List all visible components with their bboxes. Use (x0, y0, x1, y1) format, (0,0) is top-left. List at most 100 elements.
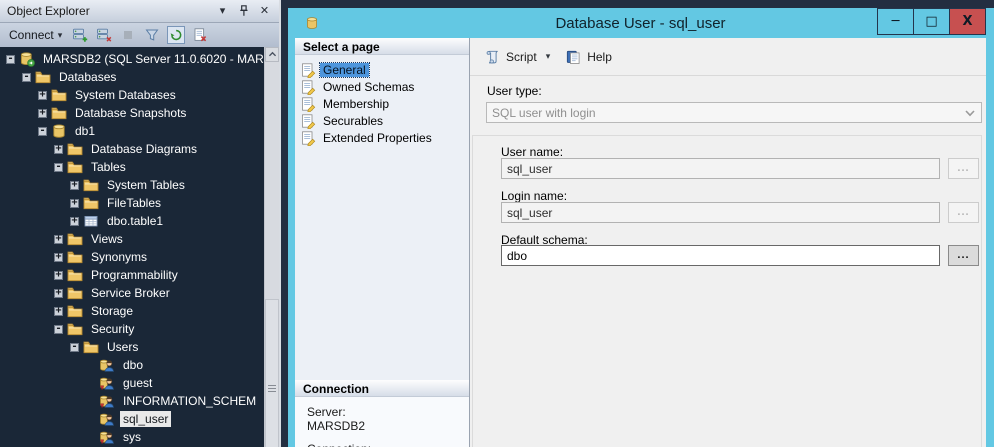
page-item-extended-properties[interactable]: Extended Properties (295, 129, 469, 146)
tree-item-service-broker[interactable]: + Service Broker (0, 284, 279, 302)
default-schema-browse-button[interactable]: ... (948, 245, 979, 266)
server-icon (19, 51, 35, 67)
collapse-icon[interactable]: - (22, 73, 31, 82)
user-icon (99, 411, 115, 427)
script-error-icon[interactable] (191, 26, 209, 44)
page-item-label: Securables (320, 114, 386, 128)
user-type-combobox[interactable]: SQL user with login (486, 102, 982, 123)
tree-item-guest[interactable]: guest (0, 374, 279, 392)
tree-item-label: sys (120, 429, 144, 445)
tree-item-system-tables[interactable]: +System Tables (0, 176, 279, 194)
database-user-dialog: Database User - sql_user ─ □ X Select a … (288, 8, 994, 447)
tree-item-dbo-table1[interactable]: +dbo.table1 (0, 212, 279, 230)
expand-icon[interactable]: + (54, 271, 63, 280)
tree-item-label: Synonyms (88, 249, 150, 265)
expand-icon[interactable]: + (70, 199, 79, 208)
page-item-label: Owned Schemas (320, 80, 417, 94)
dialog-titlebar[interactable]: Database User - sql_user ─ □ X (295, 8, 986, 38)
expand-icon[interactable]: + (54, 145, 63, 154)
help-button[interactable]: Help (561, 46, 616, 68)
tree-scrollbar-thumb[interactable] (265, 299, 279, 447)
login-name-field[interactable] (501, 202, 940, 223)
chevron-down-icon: ▾ (58, 30, 63, 41)
login-name-browse-button[interactable]: ... (948, 202, 979, 223)
close-icon[interactable]: ✕ (257, 4, 272, 18)
expand-icon[interactable]: + (38, 109, 47, 118)
tree-item-database-diagrams[interactable]: + Database Diagrams (0, 140, 279, 158)
connect-server-icon[interactable] (71, 26, 89, 44)
folder-icon (67, 303, 83, 319)
maximize-button[interactable]: □ (913, 8, 950, 35)
tree-item-sys[interactable]: sys (0, 428, 279, 446)
tree-item-databases[interactable]: -Databases (0, 68, 279, 86)
expand-icon[interactable]: + (54, 253, 63, 262)
collapse-icon[interactable]: - (38, 127, 47, 136)
tree-item-storage[interactable]: +Storage (0, 302, 279, 320)
tree-scrollbar[interactable] (264, 47, 279, 447)
tree-item-label: Service Broker (88, 285, 173, 301)
page-item-owned-schemas[interactable]: Owned Schemas (295, 78, 469, 95)
help-book-icon (565, 49, 582, 65)
page-item-securables[interactable]: Securables (295, 112, 469, 129)
folder-icon (83, 339, 99, 355)
default-schema-field[interactable] (501, 245, 940, 266)
user-type-label: User type: (487, 84, 542, 98)
page-item-general[interactable]: General (295, 61, 469, 78)
dialog-body: Select a page GeneralOwned SchemasMember… (295, 38, 986, 447)
tree-item-views[interactable]: +Views (0, 230, 279, 248)
refresh-icon[interactable] (167, 26, 185, 44)
connection-panel: Connection Server: MARSDB2 Connection: (295, 380, 469, 447)
object-explorer-title: Object Explorer (7, 4, 209, 18)
tree-item-database-snapshots[interactable]: +Database Snapshots (0, 104, 279, 122)
script-scroll-icon (484, 49, 501, 65)
script-button[interactable]: Script (480, 46, 541, 68)
table-icon (83, 213, 99, 229)
window-position-icon[interactable]: ▾ (215, 4, 230, 18)
tree-item-users[interactable]: -Users (0, 338, 279, 356)
collapse-icon[interactable]: - (54, 163, 63, 172)
tree-item-synonyms[interactable]: + Synonyms (0, 248, 279, 266)
collapse-icon[interactable]: - (70, 343, 79, 352)
tree-item-label: MARSDB2 (SQL Server 11.0.6020 - MARSD (40, 51, 279, 67)
page-item-membership[interactable]: Membership (295, 95, 469, 112)
tree-item-programmability[interactable]: +Programmability (0, 266, 279, 284)
folder-icon (67, 141, 83, 157)
object-explorer-titlebar[interactable]: Object Explorer ▾ ✕ (0, 0, 279, 22)
tree-item-system-databases[interactable]: +System Databases (0, 86, 279, 104)
folder-icon (67, 231, 83, 247)
expand-icon[interactable]: + (38, 91, 47, 100)
script-dropdown-icon[interactable]: ▾ (546, 51, 551, 62)
connect-button[interactable]: Connect ▾ (6, 27, 65, 43)
tree-item-information-schem[interactable]: INFORMATION_SCHEM (0, 392, 279, 410)
expand-icon[interactable]: + (70, 217, 79, 226)
login-name-label: Login name: (501, 189, 567, 203)
disconnect-server-icon[interactable] (95, 26, 113, 44)
tree-item-filetables[interactable]: +FileTables (0, 194, 279, 212)
user-disabled-icon (99, 393, 115, 409)
tree-item-tables[interactable]: -Tables (0, 158, 279, 176)
tree-item-sql-user[interactable]: sql_user (0, 410, 279, 428)
tree-item-security[interactable]: -Security (0, 320, 279, 338)
expand-icon[interactable]: + (54, 235, 63, 244)
expand-icon[interactable]: + (70, 181, 79, 190)
folder-icon (67, 267, 83, 283)
folder-icon (67, 159, 83, 175)
collapse-icon[interactable]: - (6, 55, 15, 64)
user-name-browse-button[interactable]: ... (948, 158, 979, 179)
close-button[interactable]: X (949, 8, 986, 35)
expand-icon[interactable]: + (54, 289, 63, 298)
collapse-icon[interactable]: - (54, 325, 63, 334)
connection-label: Connection: (307, 442, 469, 447)
tree-item-marsdb2-sql-server-11-0-6020-marsd[interactable]: - MARSDB2 (SQL Server 11.0.6020 - MARSD (0, 50, 279, 68)
pin-icon[interactable] (236, 4, 251, 18)
minimize-button[interactable]: ─ (877, 8, 914, 35)
stop-icon[interactable] (119, 26, 137, 44)
scroll-up-icon[interactable] (265, 47, 279, 62)
tree-item-dbo[interactable]: dbo (0, 356, 279, 374)
user-name-field[interactable] (501, 158, 940, 179)
tree-item-db1[interactable]: -db1 (0, 122, 279, 140)
filter-icon[interactable] (143, 26, 161, 44)
tree-item-label: Database Diagrams (88, 141, 200, 157)
user-icon (99, 357, 115, 373)
expand-icon[interactable]: + (54, 307, 63, 316)
